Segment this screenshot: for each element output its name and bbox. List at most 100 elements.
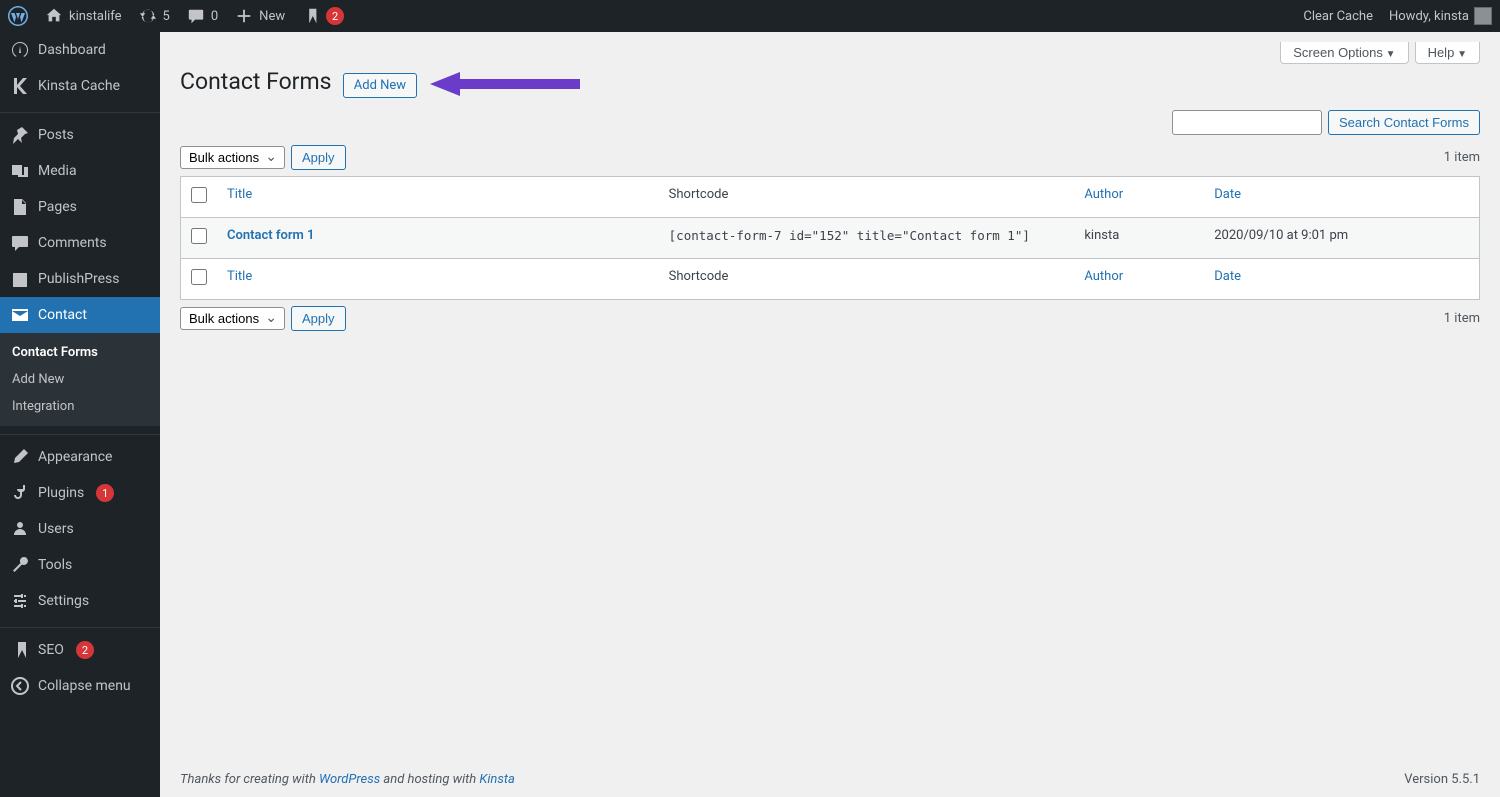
forms-table: Title Shortcode Author Date Contact form… [180, 176, 1480, 300]
search-input[interactable] [1172, 110, 1322, 135]
search-button[interactable]: Search Contact Forms [1328, 110, 1480, 135]
plug-icon [10, 483, 30, 503]
new-label: New [259, 9, 285, 24]
admin-sidebar: Dashboard Kinsta Cache Posts Media Pages… [0, 32, 160, 797]
calendar-icon [10, 269, 30, 289]
bulk-actions-select-bottom[interactable]: Bulk actions [180, 307, 285, 330]
yoast-icon [301, 6, 321, 26]
sidebar-item-posts[interactable]: Posts [0, 117, 160, 153]
row-checkbox[interactable] [191, 228, 207, 244]
user-icon [10, 519, 30, 539]
menu-separator [0, 108, 160, 113]
page-header: Contact Forms Add New [180, 68, 1480, 100]
menu-separator [0, 623, 160, 628]
media-icon [10, 161, 30, 181]
seo-badge: 2 [76, 641, 94, 659]
col-author[interactable]: Author [1084, 187, 1123, 202]
admin-bar-right: Clear Cache Howdy, kinsta [1295, 0, 1500, 32]
form-date: 2020/09/10 at 9:01 pm [1204, 217, 1479, 258]
site-name[interactable]: kinstalife [36, 0, 130, 32]
admin-footer: Thanks for creating with WordPress and h… [160, 762, 1500, 797]
howdy-label: Howdy, kinsta [1389, 9, 1469, 24]
admin-bar-left: kinstalife 5 0 New 2 [0, 0, 352, 32]
apply-button-bottom[interactable]: Apply [291, 306, 346, 331]
sidebar-item-contact[interactable]: Contact [0, 297, 160, 333]
select-all-bottom[interactable] [191, 269, 207, 285]
settings-icon [10, 591, 30, 611]
sidebar-item-publishpress[interactable]: PublishPress [0, 261, 160, 297]
callout-arrow-icon [430, 72, 580, 100]
comment-icon [186, 6, 206, 26]
sidebar-item-tools[interactable]: Tools [0, 547, 160, 583]
avatar [1474, 7, 1492, 25]
submenu-add-new[interactable]: Add New [0, 366, 160, 393]
search-row: Search Contact Forms [180, 110, 1480, 135]
comments-icon [10, 233, 30, 253]
add-new-button[interactable]: Add New [343, 73, 417, 98]
table-row: Contact form 1 [contact-form-7 id="152" … [181, 217, 1480, 258]
sidebar-item-pages[interactable]: Pages [0, 189, 160, 225]
submenu-integration[interactable]: Integration [0, 393, 160, 420]
comments-bar[interactable]: 0 [178, 0, 226, 32]
help-button[interactable]: Help [1415, 42, 1480, 64]
collapse-icon [10, 676, 30, 696]
home-icon [44, 6, 64, 26]
col-date[interactable]: Date [1214, 187, 1241, 202]
col-author-bottom[interactable]: Author [1084, 269, 1123, 284]
form-title-link[interactable]: Contact form 1 [227, 228, 314, 243]
sidebar-item-kinsta-cache[interactable]: Kinsta Cache [0, 68, 160, 104]
col-title[interactable]: Title [227, 187, 252, 202]
sidebar-item-users[interactable]: Users [0, 511, 160, 547]
apply-button-top[interactable]: Apply [291, 145, 346, 170]
main-content: Screen Options Help Contact Forms Add Ne… [160, 32, 1500, 797]
submenu-contact-forms[interactable]: Contact Forms [0, 339, 160, 366]
screen-meta: Screen Options Help [180, 42, 1480, 64]
wordpress-icon [8, 6, 28, 26]
form-shortcode: [contact-form-7 id="152" title="Contact … [669, 228, 1030, 243]
clear-cache[interactable]: Clear Cache [1295, 0, 1381, 32]
footer-version: Version 5.5.1 [1404, 772, 1480, 787]
howdy[interactable]: Howdy, kinsta [1381, 0, 1500, 32]
page-title: Contact Forms [180, 68, 332, 95]
kinsta-icon [10, 76, 30, 96]
select-all-top[interactable] [191, 187, 207, 203]
col-title-bottom[interactable]: Title [227, 269, 252, 284]
page-icon [10, 197, 30, 217]
col-date-bottom[interactable]: Date [1214, 269, 1241, 284]
sidebar-item-comments[interactable]: Comments [0, 225, 160, 261]
col-shortcode-bottom: Shortcode [659, 258, 1075, 299]
pin-icon [10, 125, 30, 145]
updates[interactable]: 5 [130, 0, 178, 32]
footer-wordpress-link[interactable]: WordPress [319, 772, 380, 787]
screen-options-button[interactable]: Screen Options [1280, 42, 1408, 64]
contact-submenu: Contact Forms Add New Integration [0, 333, 160, 426]
admin-bar: kinstalife 5 0 New 2 Clear Cache Howdy, … [0, 0, 1500, 32]
sidebar-item-appearance[interactable]: Appearance [0, 439, 160, 475]
sidebar-item-dashboard[interactable]: Dashboard [0, 32, 160, 68]
plugins-badge: 1 [96, 484, 114, 502]
yoast-badge: 2 [326, 7, 344, 25]
sidebar-item-plugins[interactable]: Plugins1 [0, 475, 160, 511]
wp-logo[interactable] [0, 0, 36, 32]
new-content[interactable]: New [226, 0, 293, 32]
comments-count: 0 [211, 9, 218, 24]
updates-count: 5 [163, 9, 170, 24]
yoast-bar[interactable]: 2 [293, 0, 352, 32]
plus-icon [234, 6, 254, 26]
footer-thanks: Thanks for creating with WordPress and h… [180, 772, 515, 787]
tablenav-bottom: Bulk actions Apply 1 item [180, 306, 1480, 331]
brush-icon [10, 447, 30, 467]
item-count-top: 1 item [1444, 150, 1480, 165]
col-shortcode: Shortcode [659, 176, 1075, 217]
sidebar-item-settings[interactable]: Settings [0, 583, 160, 619]
sidebar-item-media[interactable]: Media [0, 153, 160, 189]
sidebar-collapse[interactable]: Collapse menu [0, 668, 160, 704]
form-author: kinsta [1074, 217, 1204, 258]
update-icon [138, 6, 158, 26]
dashboard-icon [10, 40, 30, 60]
sidebar-item-seo[interactable]: SEO2 [0, 632, 160, 668]
site-name-label: kinstalife [69, 9, 122, 24]
footer-kinsta-link[interactable]: Kinsta [479, 772, 514, 787]
bulk-actions-select-top[interactable]: Bulk actions [180, 146, 285, 169]
mail-icon [10, 305, 30, 325]
